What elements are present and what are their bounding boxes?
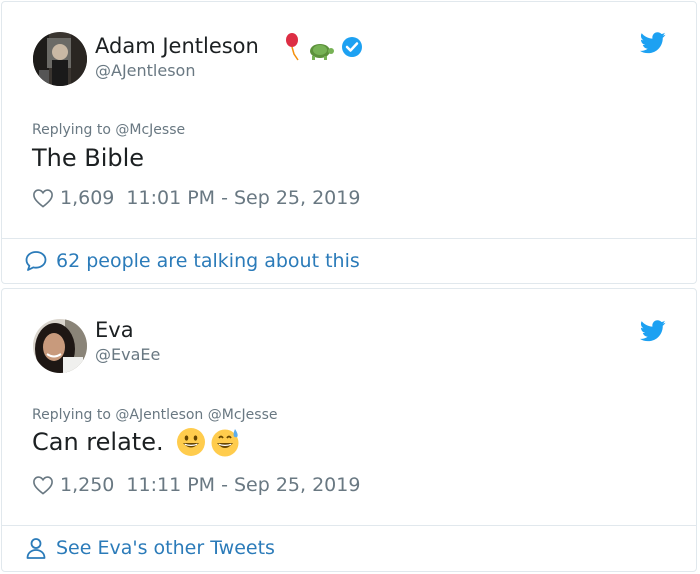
reply-to-handles[interactable]: @AJentleson @McJesse: [115, 407, 277, 423]
grinning-sweat-emoji-icon: [211, 429, 239, 457]
balloon-emoji-icon: [286, 33, 299, 61]
heart-icon[interactable]: [32, 188, 54, 208]
twitter-bird-icon[interactable]: [640, 320, 666, 342]
grinning-face-emoji-icon: [176, 428, 205, 456]
verified-badge-icon: [342, 37, 362, 57]
user-handle[interactable]: @EvaEe: [95, 345, 160, 364]
display-name[interactable]: Adam Jentleson: [95, 34, 259, 58]
tweet-card: Eva @EvaEe Replying to @AJentleson @McJe…: [1, 288, 697, 572]
tweet-meta: 1,250 11:11 PM - Sep 25, 2019: [32, 474, 360, 496]
heart-icon[interactable]: [32, 475, 54, 495]
see-other-tweets-link[interactable]: See Eva's other Tweets: [24, 536, 275, 560]
reply-to-handle[interactable]: @McJesse: [115, 122, 185, 138]
like-count[interactable]: 1,250: [60, 474, 114, 496]
reply-context: Replying to @McJesse: [32, 122, 185, 138]
person-icon: [26, 538, 46, 559]
tweet-meta: 1,609 11:01 PM - Sep 25, 2019: [32, 187, 360, 209]
tweet-text: Can relate.: [32, 427, 240, 457]
name-emoji-icons: [286, 33, 362, 61]
divider: [2, 525, 696, 526]
reply-context: Replying to @AJentleson @McJesse: [32, 407, 277, 423]
tweet-text-content: Can relate.: [32, 428, 164, 456]
tweet-card: Adam Jentleson @AJentleson Replying to @…: [1, 1, 697, 284]
divider: [2, 238, 696, 239]
timestamp[interactable]: 11:11 PM - Sep 25, 2019: [126, 474, 360, 496]
reply-prefix: Replying to: [32, 407, 116, 423]
turtle-emoji-icon: [310, 44, 334, 60]
conversation-link[interactable]: 62 people are talking about this: [24, 249, 360, 273]
user-handle[interactable]: @AJentleson: [95, 61, 195, 80]
like-count[interactable]: 1,609: [60, 187, 114, 209]
timestamp[interactable]: 11:01 PM - Sep 25, 2019: [126, 187, 360, 209]
see-other-tweets-label: See Eva's other Tweets: [56, 537, 275, 559]
avatar[interactable]: [33, 319, 87, 373]
display-name[interactable]: Eva: [95, 318, 134, 342]
reply-prefix: Replying to: [32, 122, 116, 138]
avatar[interactable]: [33, 32, 87, 86]
speech-bubble-icon: [25, 251, 47, 271]
tweet-text: The Bible: [32, 144, 145, 172]
twitter-bird-icon[interactable]: [640, 32, 666, 54]
conversation-link-label: 62 people are talking about this: [56, 250, 360, 272]
